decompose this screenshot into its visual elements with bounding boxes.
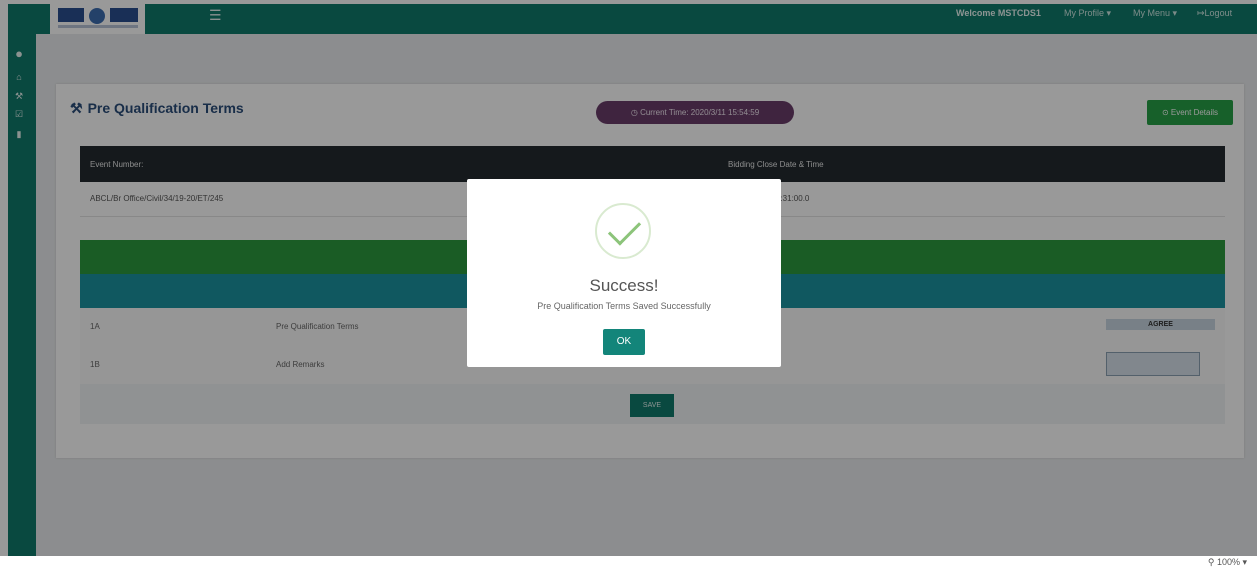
zoom-control[interactable]: ⚲ 100% ▾ bbox=[1208, 557, 1247, 568]
success-check-icon bbox=[595, 203, 651, 259]
ok-button[interactable]: OK bbox=[603, 329, 645, 355]
success-dialog: Success! Pre Qualification Terms Saved S… bbox=[467, 179, 781, 367]
dialog-title: Success! bbox=[589, 276, 659, 295]
dialog-message: Pre Qualification Terms Saved Successful… bbox=[537, 301, 711, 311]
zoom-icon: ⚲ bbox=[1207, 557, 1215, 567]
browser-status-bar: ⚲ 100% ▾ bbox=[0, 556, 1257, 571]
zoom-level: 100% bbox=[1216, 557, 1240, 567]
